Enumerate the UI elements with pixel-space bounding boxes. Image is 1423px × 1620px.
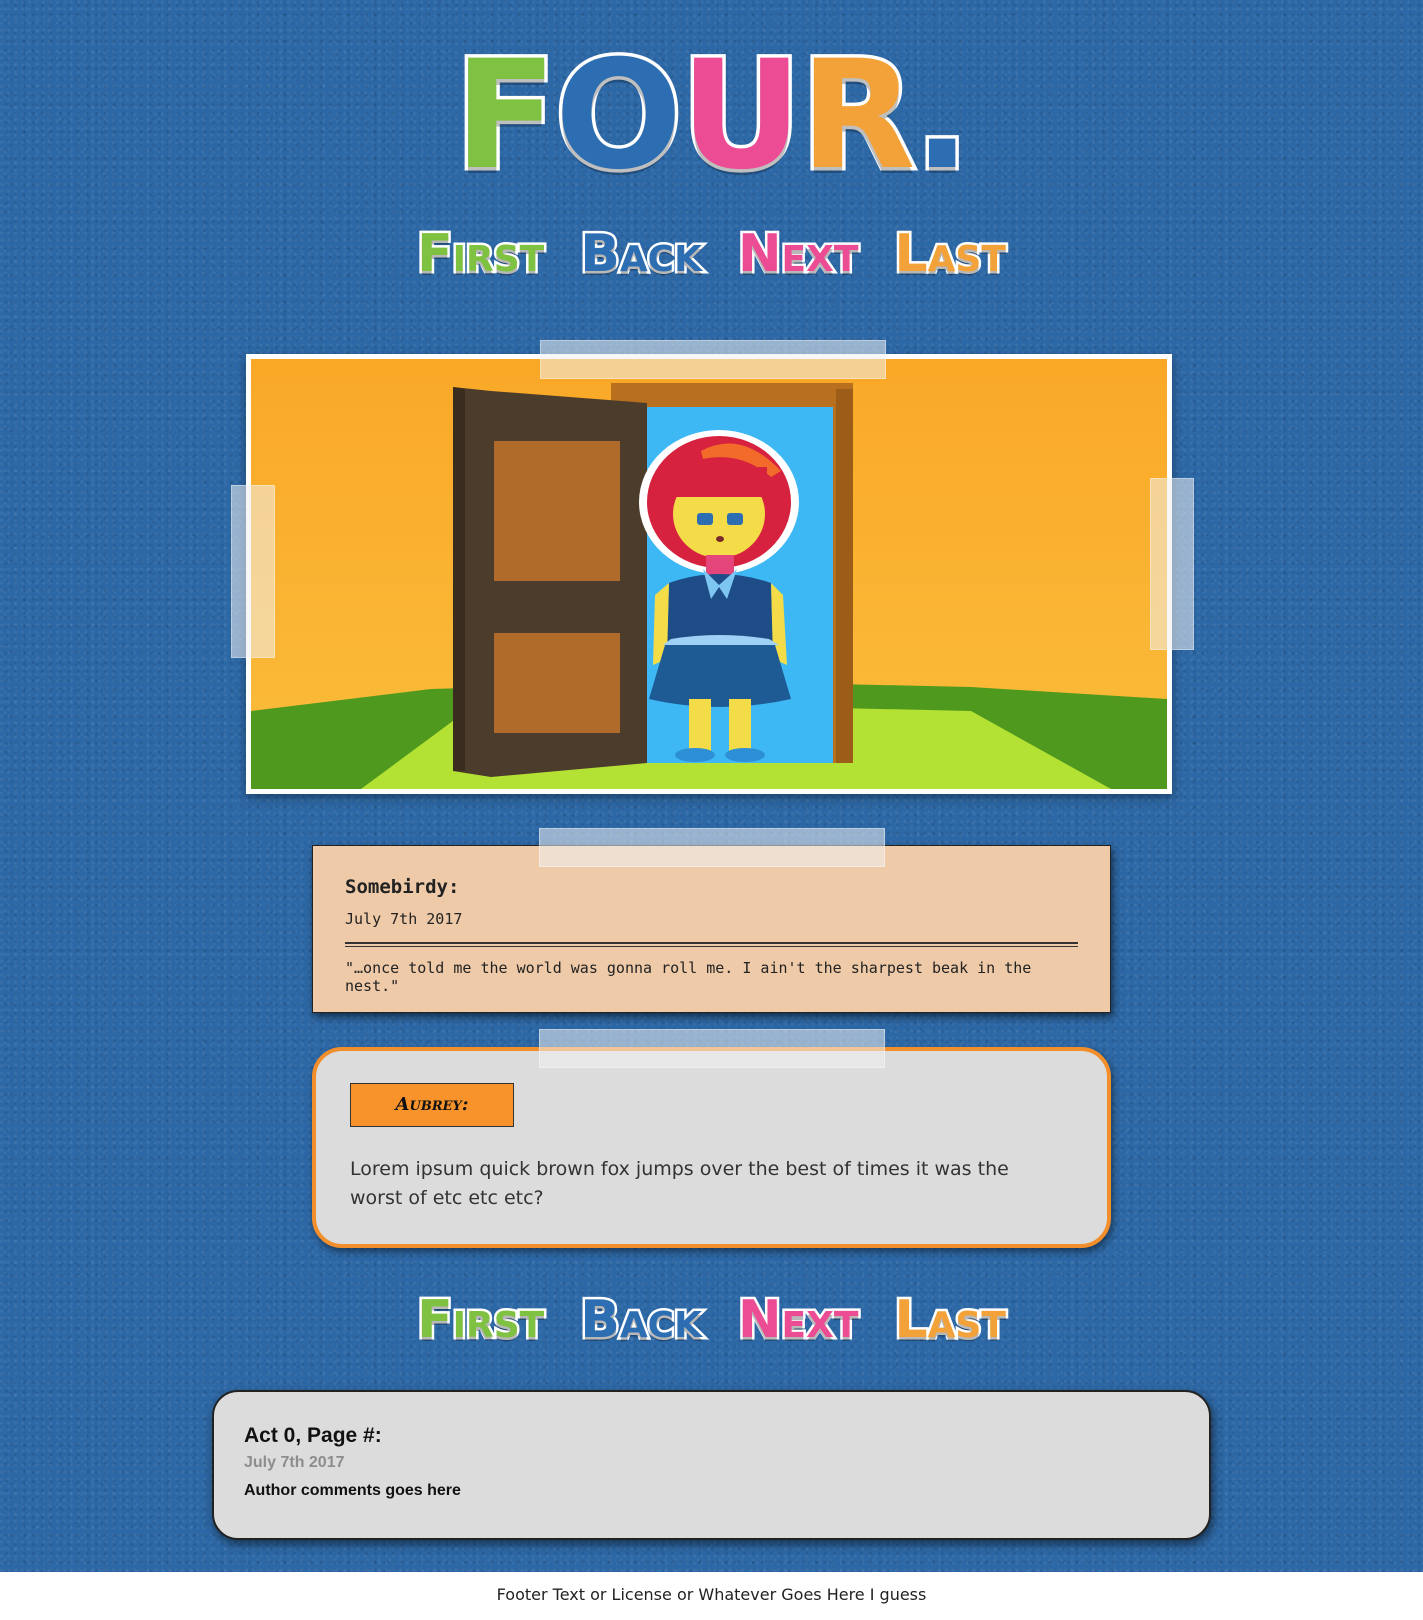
comic-panel — [246, 354, 1172, 794]
nav-back-link[interactable]: Back — [578, 1288, 705, 1353]
logo-letter-dot: . — [910, 29, 974, 203]
logo-letter-f: F — [451, 29, 561, 203]
author-comment: Author comments goes here — [244, 1482, 461, 1499]
tape-top — [540, 340, 886, 379]
page-title: Act 0, Page #: — [244, 1424, 382, 1447]
nav-back-link[interactable]: Back — [578, 222, 705, 287]
page-date: July 7th 2017 — [244, 1454, 345, 1471]
quote-divider — [345, 942, 1078, 947]
quote-date: July 7th 2017 — [345, 910, 463, 928]
logo-letter-u: U — [677, 29, 806, 203]
logo-letter-o: O — [551, 29, 685, 203]
nav-last-link[interactable]: Last — [892, 1288, 1009, 1353]
bottom-navigation: First Back Next Last — [0, 1288, 1423, 1353]
nav-first-link[interactable]: First — [415, 222, 547, 287]
comic-image — [251, 359, 1167, 789]
footer-text: Footer Text or License or Whatever Goes … — [496, 1585, 927, 1604]
top-navigation: First Back Next Last — [0, 222, 1423, 287]
tape-right — [1150, 478, 1194, 650]
site-logo[interactable]: FOUR. — [0, 29, 1423, 203]
speaker-text: Lorem ipsum quick brown fox jumps over t… — [350, 1158, 1009, 1209]
logo-letter-r: R — [797, 29, 919, 203]
nav-last-link[interactable]: Last — [892, 222, 1009, 287]
author-comments-box: Act 0, Page #: July 7th 2017 Author comm… — [212, 1390, 1211, 1540]
tape-speaker — [539, 1029, 885, 1068]
tape-left — [231, 485, 275, 658]
nav-next-link[interactable]: Next — [735, 222, 860, 287]
nav-first-link[interactable]: First — [415, 1288, 547, 1353]
speaker-card: Aubrey: Lorem ipsum quick brown fox jump… — [312, 1047, 1111, 1248]
quote-card: Somebirdy: July 7th 2017 "…once told me … — [312, 845, 1111, 1013]
tape-quote — [539, 828, 885, 867]
quote-author-name: Somebirdy: — [345, 876, 460, 898]
nav-next-link[interactable]: Next — [735, 1288, 860, 1353]
quote-text: "…once told me the world was gonna roll … — [345, 959, 1032, 995]
footer: Footer Text or License or Whatever Goes … — [0, 1572, 1423, 1620]
speaker-name-badge: Aubrey: — [350, 1083, 514, 1127]
